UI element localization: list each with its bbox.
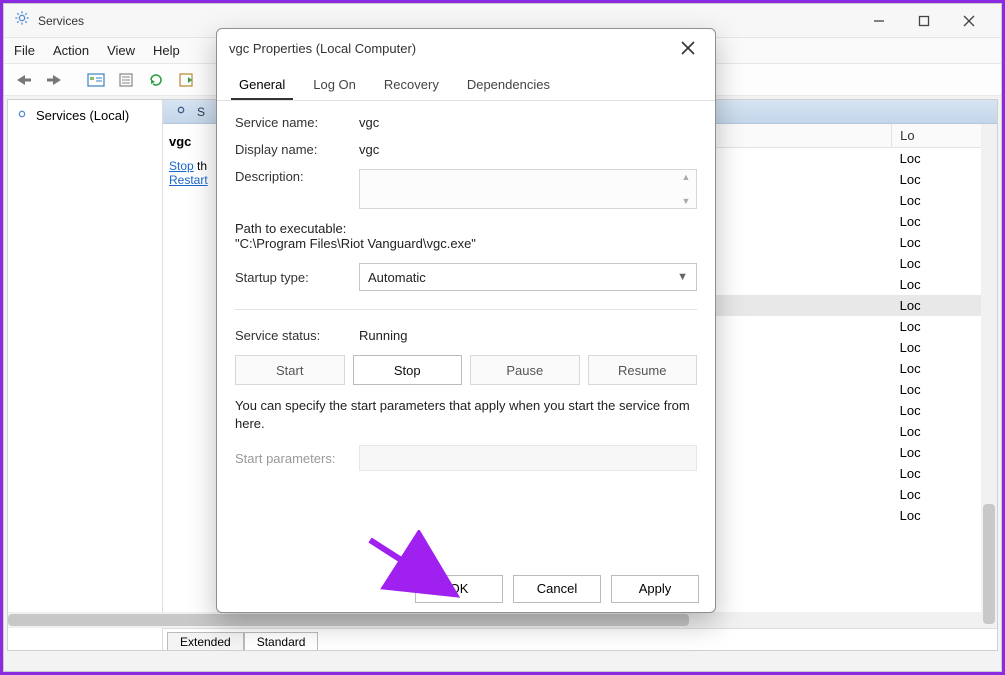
start-params-note: You can specify the start parameters tha… bbox=[235, 397, 697, 433]
toolbar-export-icon[interactable] bbox=[114, 68, 138, 92]
forward-button[interactable] bbox=[42, 68, 66, 92]
close-button[interactable] bbox=[946, 7, 991, 35]
toolbar-help-icon[interactable] bbox=[174, 68, 198, 92]
apply-button[interactable]: Apply bbox=[611, 575, 699, 603]
value-path: "C:\Program Files\Riot Vanguard\vgc.exe" bbox=[235, 236, 697, 251]
restart-service-link[interactable]: Restart bbox=[169, 173, 208, 187]
selected-service-name: vgc bbox=[169, 134, 211, 149]
toolbar-refresh-icon[interactable] bbox=[144, 68, 168, 92]
list-header-title: S bbox=[197, 105, 205, 119]
resume-button: Resume bbox=[588, 355, 698, 385]
menu-action[interactable]: Action bbox=[53, 43, 89, 58]
tab-standard[interactable]: Standard bbox=[244, 632, 319, 650]
label-display-name: Display name: bbox=[235, 142, 347, 157]
cancel-button[interactable]: Cancel bbox=[513, 575, 601, 603]
scroll-down-icon[interactable]: ▼ bbox=[682, 196, 691, 206]
tree-services-local[interactable]: Services (Local) bbox=[14, 104, 156, 127]
vertical-scrollbar[interactable] bbox=[981, 124, 997, 628]
minimize-button[interactable] bbox=[856, 7, 901, 35]
menu-view[interactable]: View bbox=[107, 43, 135, 58]
label-service-status: Service status: bbox=[235, 328, 347, 343]
dialog-tab-general[interactable]: General bbox=[231, 71, 293, 100]
horizontal-scrollbar[interactable] bbox=[163, 612, 981, 628]
label-start-params: Start parameters: bbox=[235, 451, 347, 466]
value-service-name: vgc bbox=[359, 115, 697, 130]
dialog-tab-dependencies[interactable]: Dependencies bbox=[459, 71, 558, 100]
label-description: Description: bbox=[235, 169, 347, 184]
start-params-input bbox=[359, 445, 697, 471]
value-display-name: vgc bbox=[359, 142, 697, 157]
window-title: Services bbox=[38, 14, 84, 28]
label-startup-type: Startup type: bbox=[235, 270, 347, 285]
scroll-up-icon[interactable]: ▲ bbox=[682, 172, 691, 182]
services-app-icon bbox=[14, 10, 30, 31]
gear-icon bbox=[14, 106, 30, 125]
label-service-name: Service name: bbox=[235, 115, 347, 130]
dialog-close-button[interactable] bbox=[673, 33, 703, 63]
dialog-tab-logon[interactable]: Log On bbox=[305, 71, 364, 100]
value-service-status: Running bbox=[359, 328, 697, 343]
maximize-button[interactable] bbox=[901, 7, 946, 35]
dialog-title: vgc Properties (Local Computer) bbox=[229, 41, 416, 56]
tree-item-label: Services (Local) bbox=[36, 108, 129, 123]
label-path: Path to executable: bbox=[235, 221, 697, 236]
toolbar-properties-icon[interactable] bbox=[84, 68, 108, 92]
menu-help[interactable]: Help bbox=[153, 43, 180, 58]
menu-file[interactable]: File bbox=[14, 43, 35, 58]
back-button[interactable] bbox=[12, 68, 36, 92]
stop-button[interactable]: Stop bbox=[353, 355, 463, 385]
stop-service-link[interactable]: Stop bbox=[169, 159, 194, 173]
start-button: Start bbox=[235, 355, 345, 385]
startup-type-select[interactable]: Automatic ▼ bbox=[359, 263, 697, 291]
chevron-down-icon: ▼ bbox=[677, 271, 688, 283]
ok-button[interactable]: OK bbox=[415, 575, 503, 603]
dialog-tab-recovery[interactable]: Recovery bbox=[376, 71, 447, 100]
properties-dialog: vgc Properties (Local Computer) General … bbox=[216, 28, 716, 613]
tab-extended[interactable]: Extended bbox=[167, 632, 244, 650]
pause-button: Pause bbox=[470, 355, 580, 385]
description-textbox[interactable]: ▲▼ bbox=[359, 169, 697, 209]
startup-type-value: Automatic bbox=[368, 270, 426, 285]
gear-icon bbox=[173, 102, 189, 121]
